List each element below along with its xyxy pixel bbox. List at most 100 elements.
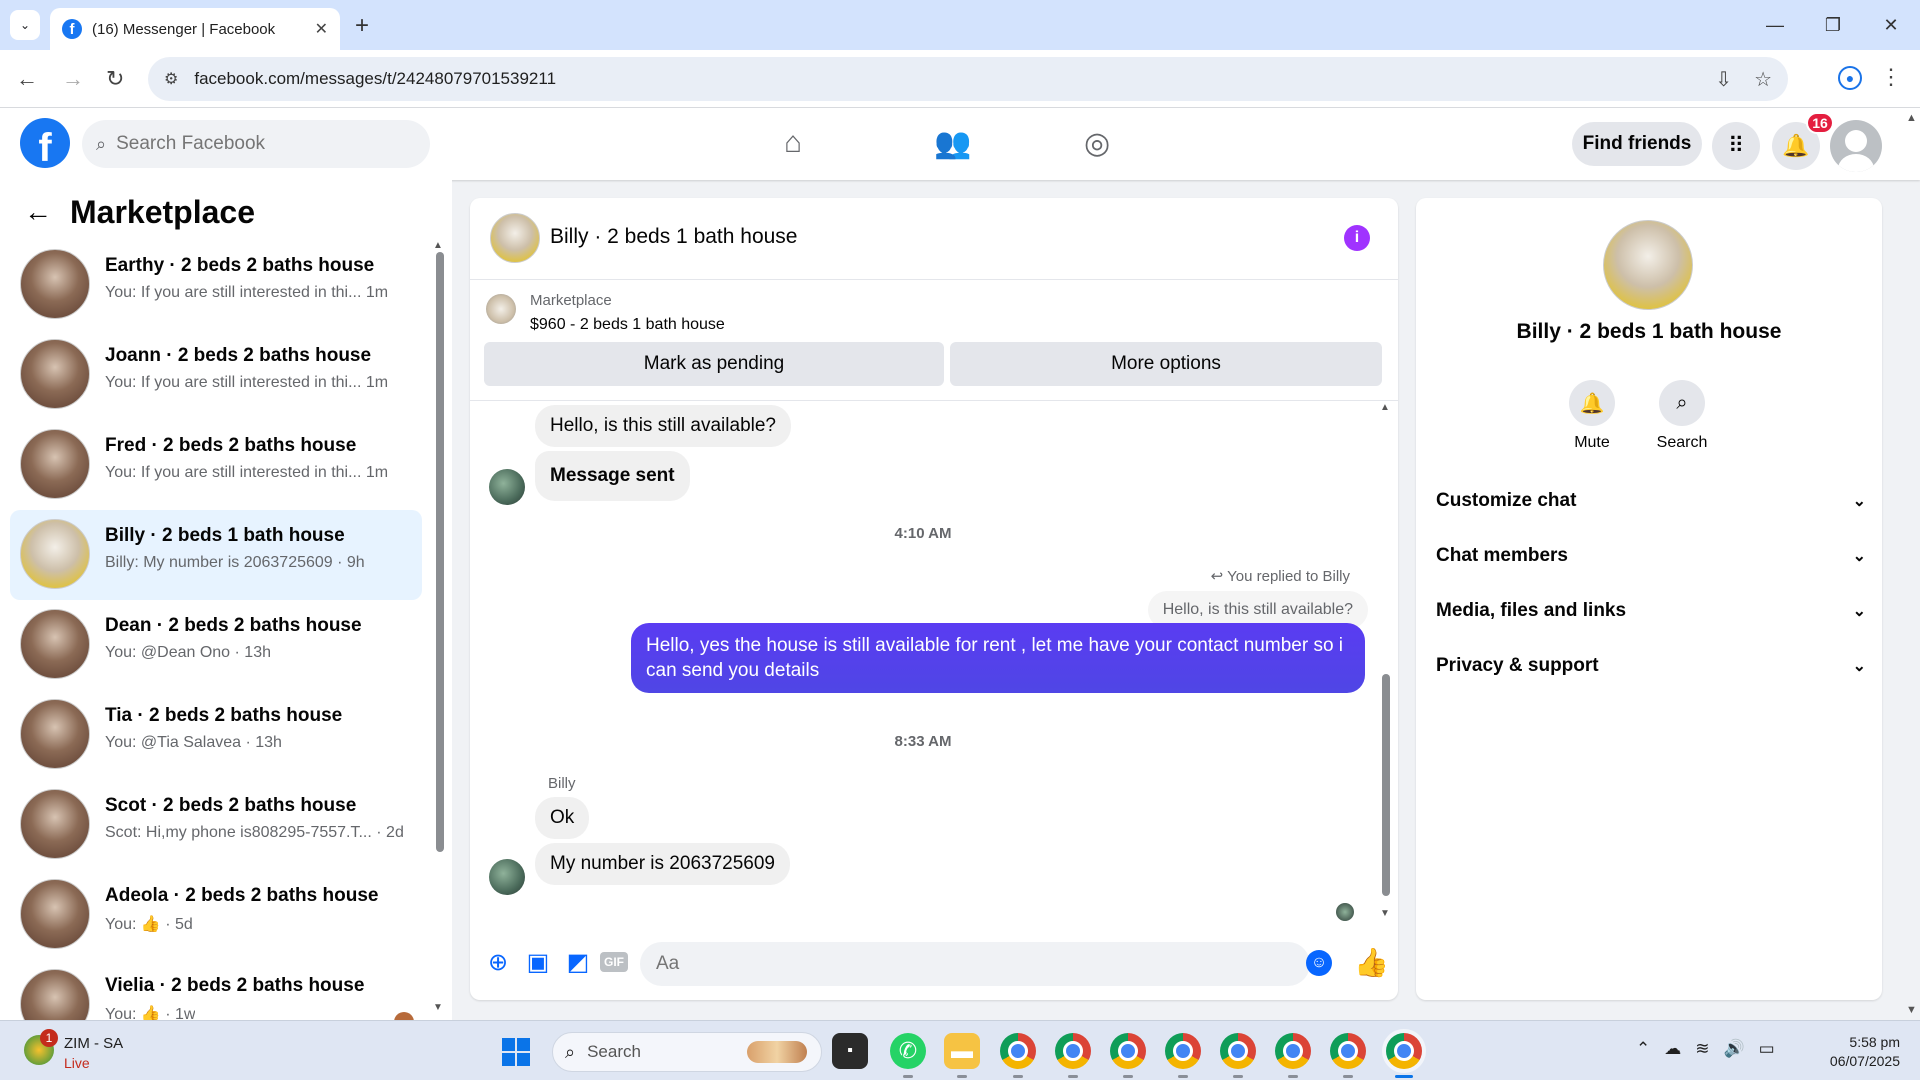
find-friends-button[interactable]: Find friends	[1572, 122, 1702, 166]
marketplace-label: Marketplace	[530, 292, 612, 309]
clock[interactable]: 5:58 pm 06/07/2025	[1830, 1033, 1900, 1071]
reload-icon[interactable]: ↻	[106, 66, 124, 92]
browser-tab-active[interactable]: f (16) Messenger | Facebook ✕	[50, 8, 340, 50]
media-files-links-row[interactable]: Media, files and links ⌄	[1436, 591, 1866, 631]
incoming-message[interactable]: Hello, is this still available?	[535, 405, 791, 447]
conversation-item-active[interactable]: Billy · 2 beds 1 bath house Billy: My nu…	[10, 510, 422, 600]
scroll-down-arrow-icon[interactable]: ▼	[433, 1002, 443, 1013]
incoming-message[interactable]: My number is 2063725609	[535, 843, 790, 885]
address-bar[interactable]: ⚙ facebook.com/messages/t/24248079701539…	[148, 57, 1788, 101]
home-icon[interactable]: ⌂	[784, 126, 802, 160]
scroll-up-arrow-icon[interactable]: ▲	[433, 240, 443, 251]
facebook-search-input[interactable]	[116, 133, 397, 155]
chrome-icon[interactable]	[1000, 1033, 1036, 1069]
search-icon[interactable]: ⌕	[1659, 380, 1705, 426]
scrollbar-thumb[interactable]	[1382, 674, 1390, 896]
incoming-message[interactable]: Ok	[535, 797, 590, 839]
chrome-icon[interactable]	[1055, 1033, 1091, 1069]
restore-icon[interactable]: ❐	[1804, 0, 1862, 50]
site-info-icon[interactable]: ⚙	[164, 69, 178, 89]
conversation-item[interactable]: Scot · 2 beds 2 baths house Scot: Hi,my …	[10, 780, 422, 870]
message-input[interactable]	[640, 942, 1310, 986]
close-window-icon[interactable]: ✕	[1862, 0, 1920, 50]
start-windows-icon[interactable]	[502, 1038, 530, 1066]
scroll-down-arrow-icon[interactable]: ▼	[1380, 908, 1390, 919]
onedrive-icon[interactable]: ☁	[1664, 1039, 1681, 1059]
task-view-icon[interactable]: ▪	[832, 1033, 868, 1069]
listing-title[interactable]: $960 - 2 beds 1 bath house	[530, 316, 725, 334]
more-options-button[interactable]: More options	[950, 342, 1382, 386]
conversation-info-icon[interactable]: i	[1344, 225, 1370, 251]
groups-icon[interactable]: ◎	[1084, 126, 1110, 161]
chrome-icon-active[interactable]	[1386, 1033, 1422, 1069]
browser-toolbar: ← → ↻ ⚙ facebook.com/messages/t/24248079…	[0, 50, 1920, 108]
facebook-header: f ⌕ ⌂ 👥 ◎ Find friends ⠿ 🔔	[0, 108, 1920, 180]
info-avatar[interactable]	[1603, 220, 1693, 310]
forward-arrow-icon[interactable]: →	[62, 66, 84, 92]
conversation-item[interactable]: Tia · 2 beds 2 baths house You: @Tia Sal…	[10, 690, 422, 780]
customize-chat-row[interactable]: Customize chat ⌄	[1436, 481, 1866, 521]
scroll-up-arrow-icon[interactable]: ▲	[1906, 112, 1917, 124]
volume-icon[interactable]: 🔊	[1724, 1039, 1745, 1059]
chat-title[interactable]: Billy · 2 beds 1 bath house	[550, 225, 798, 249]
chat-scrollbar[interactable]: ▲ ▼	[1380, 402, 1392, 919]
facebook-search-box[interactable]: ⌕	[82, 120, 430, 168]
conversation-item[interactable]: Adeola · 2 beds 2 baths house You: 👍 · 5…	[10, 870, 422, 960]
gif-icon[interactable]: GIF	[600, 952, 628, 972]
conversation-preview: You: 👍 · 5d	[105, 916, 193, 933]
outgoing-message[interactable]: Hello, yes the house is still available …	[631, 623, 1365, 693]
facebook-logo-icon[interactable]: f	[20, 118, 70, 168]
file-explorer-icon[interactable]: ▬	[944, 1033, 980, 1069]
show-hidden-icons-chevron-icon[interactable]: ⌃	[1636, 1039, 1650, 1059]
browser-menu-icon[interactable]: ⋮	[1880, 64, 1902, 90]
incoming-message[interactable]: Message sent	[535, 451, 690, 501]
conversation-item[interactable]: Fred · 2 beds 2 baths house You: If you …	[10, 420, 422, 510]
chrome-icon[interactable]	[1165, 1033, 1201, 1069]
whatsapp-icon[interactable]: ✆	[890, 1033, 926, 1069]
scroll-down-arrow-icon[interactable]: ▼	[1906, 1004, 1917, 1016]
new-tab-plus-icon[interactable]: +	[355, 12, 369, 40]
sidebar-scrollbar[interactable]: ▲ ▼	[433, 240, 445, 1015]
battery-icon[interactable]: ▭	[1759, 1039, 1775, 1059]
preview-time: 1m	[365, 374, 389, 391]
add-attachment-icon[interactable]: ⊕	[484, 948, 512, 976]
chrome-icon[interactable]	[1220, 1033, 1256, 1069]
sticker-icon[interactable]: ◩	[564, 948, 592, 976]
back-arrow-icon[interactable]: ←	[16, 66, 38, 92]
tab-search-chevron-icon[interactable]: ⌄	[10, 10, 40, 40]
close-tab-icon[interactable]: ✕	[315, 19, 328, 39]
menu-grid-icon[interactable]: ⠿	[1712, 122, 1760, 170]
preview-time: 1m	[365, 464, 389, 481]
conversation-item[interactable]: Joann · 2 beds 2 baths house You: If you…	[10, 330, 422, 420]
page-scrollbar[interactable]: ▲ ▼	[1902, 108, 1920, 1020]
friends-icon[interactable]: 👥	[934, 126, 971, 161]
back-arrow-icon[interactable]: ←	[24, 196, 52, 228]
install-app-icon[interactable]: ⇩	[1715, 67, 1732, 92]
minimize-icon[interactable]: —	[1746, 0, 1804, 50]
bookmark-star-icon[interactable]: ☆	[1754, 67, 1772, 92]
chrome-icon[interactable]	[1275, 1033, 1311, 1069]
search-action[interactable]: ⌕ Search	[1642, 380, 1722, 452]
scrollbar-thumb[interactable]	[436, 252, 444, 852]
privacy-support-row[interactable]: Privacy & support ⌄	[1436, 646, 1866, 686]
emoji-icon[interactable]: ☺	[1306, 950, 1332, 976]
mark-as-pending-button[interactable]: Mark as pending	[484, 342, 944, 386]
taskbar-search[interactable]: ⌕ Search	[552, 1032, 822, 1072]
tab-title: (16) Messenger | Facebook	[92, 20, 276, 38]
like-thumb-icon[interactable]: 👍	[1354, 946, 1389, 979]
chat-avatar[interactable]	[490, 213, 540, 263]
conversation-item[interactable]: Earthy · 2 beds 2 baths house You: If yo…	[10, 240, 422, 330]
account-avatar[interactable]	[1830, 120, 1882, 172]
chrome-icon[interactable]	[1330, 1033, 1366, 1069]
wifi-icon[interactable]: ≋	[1695, 1039, 1709, 1059]
browser-profile-icon[interactable]: ●	[1838, 66, 1862, 90]
photo-icon[interactable]: ▣	[524, 948, 552, 976]
scroll-up-arrow-icon[interactable]: ▲	[1380, 402, 1390, 413]
chrome-icon[interactable]	[1110, 1033, 1146, 1069]
widgets-button[interactable]: 1 ZIM - SA Live	[20, 1029, 170, 1073]
conversation-item[interactable]: Dean · 2 beds 2 baths house You: @Dean O…	[10, 600, 422, 690]
url-text[interactable]: facebook.com/messages/t/2424807970153921…	[194, 69, 1715, 89]
chat-members-row[interactable]: Chat members ⌄	[1436, 536, 1866, 576]
mute-action[interactable]: 🔔 Mute	[1552, 380, 1632, 452]
bell-icon[interactable]: 🔔	[1569, 380, 1615, 426]
